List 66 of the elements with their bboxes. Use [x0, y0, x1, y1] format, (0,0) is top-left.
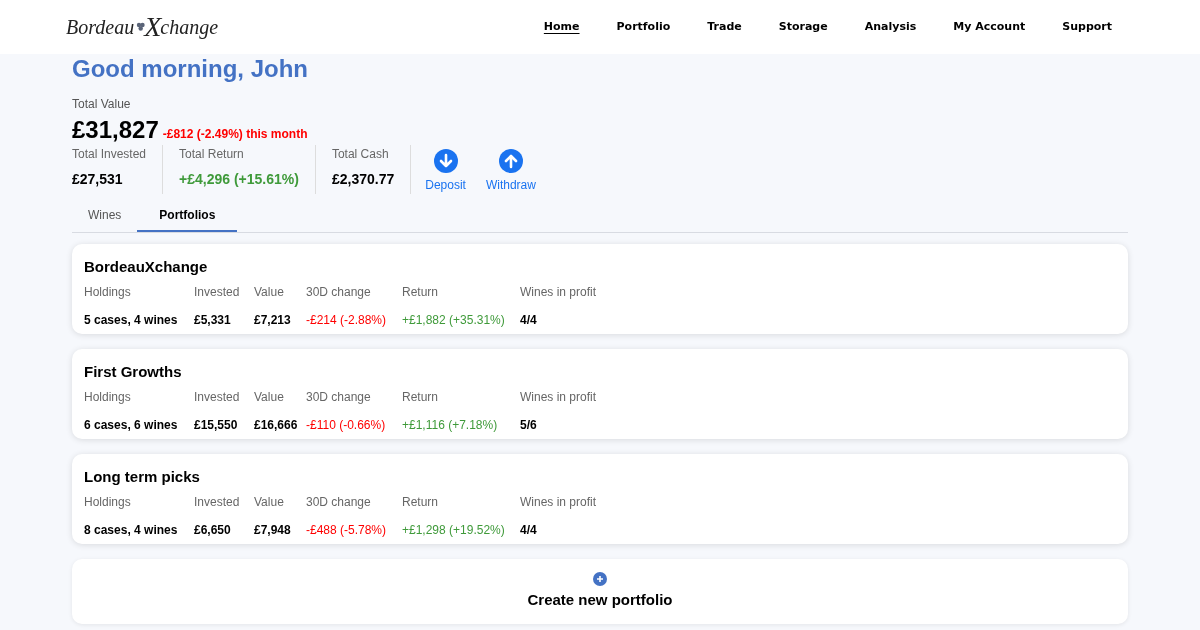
plus-icon [593, 571, 607, 586]
nav-link[interactable]: Analysis [864, 18, 917, 36]
column-label: Holdings [84, 283, 132, 301]
tab[interactable]: Portfolios [137, 200, 238, 232]
column-value: -£110 (-0.66%) [306, 416, 387, 434]
stat-label: Total Invested [72, 146, 147, 163]
column-value: 8 cases, 4 wines [84, 521, 179, 539]
column-label: Invested [194, 493, 241, 511]
column-label: Wines in profit [520, 493, 598, 511]
column-value: £16,666 [254, 416, 299, 434]
column-value: 5/6 [520, 416, 538, 434]
portfolio-name: BordeauXchange [84, 257, 209, 277]
stat-label: Total Return [179, 146, 245, 163]
portfolio-card[interactable]: BordeauXchange Holdings Invested Value 30D change Return Wines in profit 5 cases, 4 wines £5,331 £7,213 -£214 (-2.88%) +£1,882 (+35.31%) 4/4 [72, 244, 1128, 334]
column-label: Holdings [84, 388, 132, 406]
column-label: Return [402, 388, 440, 406]
column-value: £7,948 [254, 521, 292, 539]
column-label: Value [254, 493, 285, 511]
column-value: -£214 (-2.88%) [306, 311, 388, 329]
nav-link[interactable]: Storage [778, 18, 828, 36]
stat-value: +£4,296 (+15.61%) [179, 170, 299, 189]
nav-link[interactable]: Support [1062, 18, 1112, 36]
monthly-change: -£812 (-2.49%) this month [162, 126, 308, 143]
tab[interactable]: Wines [72, 200, 138, 232]
total-value-label: Total Value [72, 96, 132, 113]
nav-link[interactable]: Trade [707, 18, 742, 36]
column-value: £6,650 [194, 521, 232, 539]
column-value: £15,550 [194, 416, 239, 434]
portfolio-name: Long term picks [84, 467, 201, 487]
column-label: 30D change [306, 493, 372, 511]
column-label: Return [402, 283, 440, 301]
column-label: Value [254, 388, 285, 406]
column-label: 30D change [306, 283, 372, 301]
column-value: 5 cases, 4 wines [84, 311, 179, 329]
stat-label: Total Cash [331, 146, 390, 163]
column-value: +£1,116 (+7.18%) [402, 416, 499, 434]
column-value: +£1,298 (+19.52%) [402, 521, 506, 539]
column-value: +£1,882 (+35.31%) [402, 311, 506, 329]
column-label: Holdings [84, 493, 132, 511]
create-portfolio-button[interactable]: Create new portfolio [72, 559, 1128, 624]
column-value: 4/4 [520, 521, 538, 539]
column-value: -£488 (-5.78%) [306, 521, 388, 539]
column-value: 4/4 [520, 311, 538, 329]
column-value: £5,331 [194, 311, 232, 329]
column-label: Wines in profit [520, 283, 598, 301]
column-label: 30D change [306, 388, 372, 406]
stat-value: £27,531 [72, 170, 124, 189]
withdraw-button[interactable]: Withdraw [485, 145, 536, 194]
column-label: Return [402, 493, 440, 511]
logo[interactable]: Bordeau Xchange [66, 12, 218, 42]
deposit-button[interactable]: Deposit [425, 145, 466, 194]
portfolio-name: First Growths [84, 362, 183, 382]
total-value: £31,827 [72, 117, 159, 143]
column-value: 6 cases, 6 wines [84, 416, 179, 434]
nav-link[interactable]: Portfolio [616, 18, 671, 36]
column-label: Wines in profit [520, 388, 598, 406]
portfolio-card[interactable]: Long term picks Holdings Invested Value 30D change Return Wines in profit 8 cases, 4 wines £6,650 £7,948 -£488 (-5.78%) +£1,298 (+19.52%) 4/4 [72, 454, 1128, 544]
greeting-heading: Good morning, John [72, 55, 309, 83]
column-label: Invested [194, 388, 241, 406]
nav-link[interactable]: My Account [953, 18, 1026, 36]
stat-value: £2,370.77 [331, 170, 395, 189]
column-label: Value [254, 283, 285, 301]
column-value: £7,213 [254, 311, 292, 329]
column-label: Invested [194, 283, 241, 301]
portfolio-card[interactable]: First Growths Holdings Invested Value 30D change Return Wines in profit 6 cases, 6 wines £15,550 £16,666 -£110 (-0.66%) +£1,116 (+7.18%) 5/6 [72, 349, 1128, 439]
nav-link[interactable]: Home [543, 18, 580, 36]
